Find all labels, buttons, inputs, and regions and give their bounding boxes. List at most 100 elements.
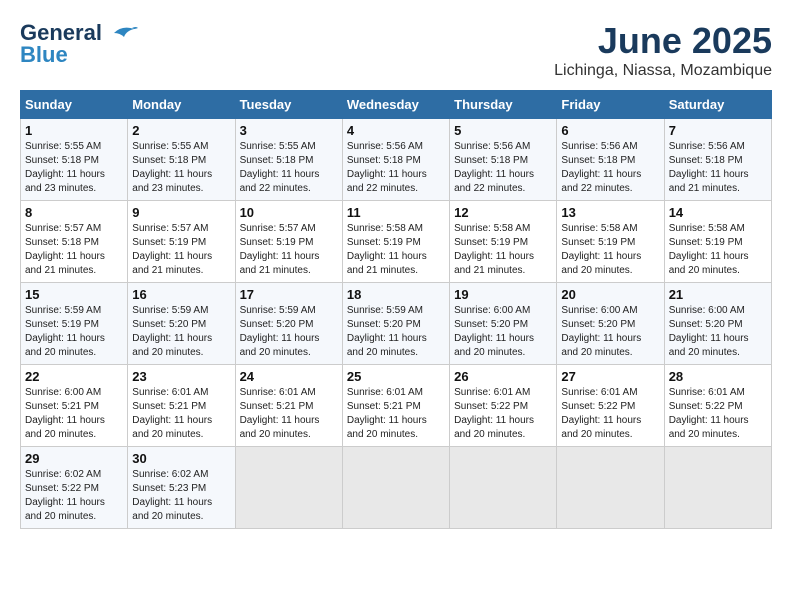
sunset-label: Sunset: 5:18 PM <box>561 155 635 166</box>
sunset-label: Sunset: 5:20 PM <box>454 319 528 330</box>
calendar-cell: 21 Sunrise: 6:00 AM Sunset: 5:20 PM Dayl… <box>664 283 771 365</box>
day-number: 15 <box>25 287 123 302</box>
day-number: 28 <box>669 369 767 384</box>
calendar-cell: 30 Sunrise: 6:02 AM Sunset: 5:23 PM Dayl… <box>128 447 235 529</box>
sunrise-label: Sunrise: 6:01 AM <box>240 387 316 398</box>
calendar-cell: 2 Sunrise: 5:55 AM Sunset: 5:18 PM Dayli… <box>128 119 235 201</box>
day-number: 6 <box>561 123 659 138</box>
day-number: 3 <box>240 123 338 138</box>
calendar-cell: 4 Sunrise: 5:56 AM Sunset: 5:18 PM Dayli… <box>342 119 449 201</box>
daylight-label: Daylight: 11 hours and 20 minutes. <box>25 415 105 440</box>
day-info: Sunrise: 5:56 AM Sunset: 5:18 PM Dayligh… <box>561 140 659 196</box>
daylight-label: Daylight: 11 hours and 20 minutes. <box>669 333 749 358</box>
calendar-cell: 24 Sunrise: 6:01 AM Sunset: 5:21 PM Dayl… <box>235 365 342 447</box>
daylight-label: Daylight: 11 hours and 20 minutes. <box>669 415 749 440</box>
calendar-week-row: 8 Sunrise: 5:57 AM Sunset: 5:18 PM Dayli… <box>21 201 772 283</box>
daylight-label: Daylight: 11 hours and 20 minutes. <box>347 333 427 358</box>
sunset-label: Sunset: 5:19 PM <box>669 237 743 248</box>
calendar-week-row: 1 Sunrise: 5:55 AM Sunset: 5:18 PM Dayli… <box>21 119 772 201</box>
calendar-cell: 26 Sunrise: 6:01 AM Sunset: 5:22 PM Dayl… <box>450 365 557 447</box>
sunset-label: Sunset: 5:23 PM <box>132 483 206 494</box>
header-friday: Friday <box>557 91 664 119</box>
day-info: Sunrise: 5:58 AM Sunset: 5:19 PM Dayligh… <box>347 222 445 278</box>
calendar-week-row: 15 Sunrise: 5:59 AM Sunset: 5:19 PM Dayl… <box>21 283 772 365</box>
calendar-cell: 29 Sunrise: 6:02 AM Sunset: 5:22 PM Dayl… <box>21 447 128 529</box>
sunrise-label: Sunrise: 6:01 AM <box>669 387 745 398</box>
sunrise-label: Sunrise: 5:58 AM <box>561 223 637 234</box>
calendar-cell: 23 Sunrise: 6:01 AM Sunset: 5:21 PM Dayl… <box>128 365 235 447</box>
day-number: 19 <box>454 287 552 302</box>
sunrise-label: Sunrise: 6:02 AM <box>25 469 101 480</box>
day-number: 27 <box>561 369 659 384</box>
sunrise-label: Sunrise: 5:58 AM <box>454 223 530 234</box>
sunset-label: Sunset: 5:22 PM <box>669 401 743 412</box>
calendar-cell <box>342 447 449 529</box>
calendar-cell <box>450 447 557 529</box>
daylight-label: Daylight: 11 hours and 20 minutes. <box>25 333 105 358</box>
daylight-label: Daylight: 11 hours and 21 minutes. <box>240 251 320 276</box>
day-number: 8 <box>25 205 123 220</box>
day-info: Sunrise: 5:55 AM Sunset: 5:18 PM Dayligh… <box>240 140 338 196</box>
calendar-cell: 18 Sunrise: 5:59 AM Sunset: 5:20 PM Dayl… <box>342 283 449 365</box>
calendar-cell: 16 Sunrise: 5:59 AM Sunset: 5:20 PM Dayl… <box>128 283 235 365</box>
day-number: 30 <box>132 451 230 466</box>
logo-bird-icon <box>106 23 138 43</box>
calendar-cell: 7 Sunrise: 5:56 AM Sunset: 5:18 PM Dayli… <box>664 119 771 201</box>
sunrise-label: Sunrise: 5:55 AM <box>240 141 316 152</box>
day-number: 5 <box>454 123 552 138</box>
day-info: Sunrise: 5:57 AM Sunset: 5:19 PM Dayligh… <box>240 222 338 278</box>
logo-blue: Blue <box>20 42 68 68</box>
day-info: Sunrise: 5:57 AM Sunset: 5:19 PM Dayligh… <box>132 222 230 278</box>
day-info: Sunrise: 6:00 AM Sunset: 5:20 PM Dayligh… <box>561 304 659 360</box>
sunset-label: Sunset: 5:22 PM <box>25 483 99 494</box>
day-info: Sunrise: 5:56 AM Sunset: 5:18 PM Dayligh… <box>454 140 552 196</box>
day-number: 11 <box>347 205 445 220</box>
day-info: Sunrise: 5:58 AM Sunset: 5:19 PM Dayligh… <box>669 222 767 278</box>
daylight-label: Daylight: 11 hours and 20 minutes. <box>454 415 534 440</box>
day-number: 7 <box>669 123 767 138</box>
sunrise-label: Sunrise: 5:56 AM <box>561 141 637 152</box>
calendar-cell: 17 Sunrise: 5:59 AM Sunset: 5:20 PM Dayl… <box>235 283 342 365</box>
day-number: 12 <box>454 205 552 220</box>
day-number: 17 <box>240 287 338 302</box>
day-info: Sunrise: 5:58 AM Sunset: 5:19 PM Dayligh… <box>561 222 659 278</box>
logo: General Blue <box>20 20 138 68</box>
day-info: Sunrise: 5:59 AM Sunset: 5:20 PM Dayligh… <box>240 304 338 360</box>
calendar-cell: 12 Sunrise: 5:58 AM Sunset: 5:19 PM Dayl… <box>450 201 557 283</box>
sunset-label: Sunset: 5:20 PM <box>669 319 743 330</box>
daylight-label: Daylight: 11 hours and 21 minutes. <box>132 251 212 276</box>
daylight-label: Daylight: 11 hours and 21 minutes. <box>669 169 749 194</box>
day-info: Sunrise: 6:01 AM Sunset: 5:21 PM Dayligh… <box>132 386 230 442</box>
day-number: 10 <box>240 205 338 220</box>
sunset-label: Sunset: 5:22 PM <box>454 401 528 412</box>
daylight-label: Daylight: 11 hours and 20 minutes. <box>454 333 534 358</box>
calendar-title: June 2025 <box>554 20 772 62</box>
daylight-label: Daylight: 11 hours and 23 minutes. <box>25 169 105 194</box>
daylight-label: Daylight: 11 hours and 22 minutes. <box>561 169 641 194</box>
day-info: Sunrise: 5:59 AM Sunset: 5:19 PM Dayligh… <box>25 304 123 360</box>
day-info: Sunrise: 6:01 AM Sunset: 5:22 PM Dayligh… <box>561 386 659 442</box>
sunset-label: Sunset: 5:19 PM <box>240 237 314 248</box>
sunrise-label: Sunrise: 5:58 AM <box>347 223 423 234</box>
calendar-cell: 19 Sunrise: 6:00 AM Sunset: 5:20 PM Dayl… <box>450 283 557 365</box>
calendar-cell <box>557 447 664 529</box>
calendar-table: Sunday Monday Tuesday Wednesday Thursday… <box>20 90 772 529</box>
day-number: 9 <box>132 205 230 220</box>
sunrise-label: Sunrise: 5:57 AM <box>132 223 208 234</box>
day-number: 25 <box>347 369 445 384</box>
calendar-cell: 22 Sunrise: 6:00 AM Sunset: 5:21 PM Dayl… <box>21 365 128 447</box>
day-info: Sunrise: 6:01 AM Sunset: 5:22 PM Dayligh… <box>669 386 767 442</box>
sunrise-label: Sunrise: 5:55 AM <box>132 141 208 152</box>
header-tuesday: Tuesday <box>235 91 342 119</box>
calendar-cell: 6 Sunrise: 5:56 AM Sunset: 5:18 PM Dayli… <box>557 119 664 201</box>
weekday-header-row: Sunday Monday Tuesday Wednesday Thursday… <box>21 91 772 119</box>
sunset-label: Sunset: 5:22 PM <box>561 401 635 412</box>
daylight-label: Daylight: 11 hours and 20 minutes. <box>561 251 641 276</box>
sunset-label: Sunset: 5:20 PM <box>347 319 421 330</box>
daylight-label: Daylight: 11 hours and 23 minutes. <box>132 169 212 194</box>
sunset-label: Sunset: 5:18 PM <box>25 237 99 248</box>
calendar-cell <box>235 447 342 529</box>
day-info: Sunrise: 5:58 AM Sunset: 5:19 PM Dayligh… <box>454 222 552 278</box>
day-number: 22 <box>25 369 123 384</box>
sunset-label: Sunset: 5:20 PM <box>240 319 314 330</box>
